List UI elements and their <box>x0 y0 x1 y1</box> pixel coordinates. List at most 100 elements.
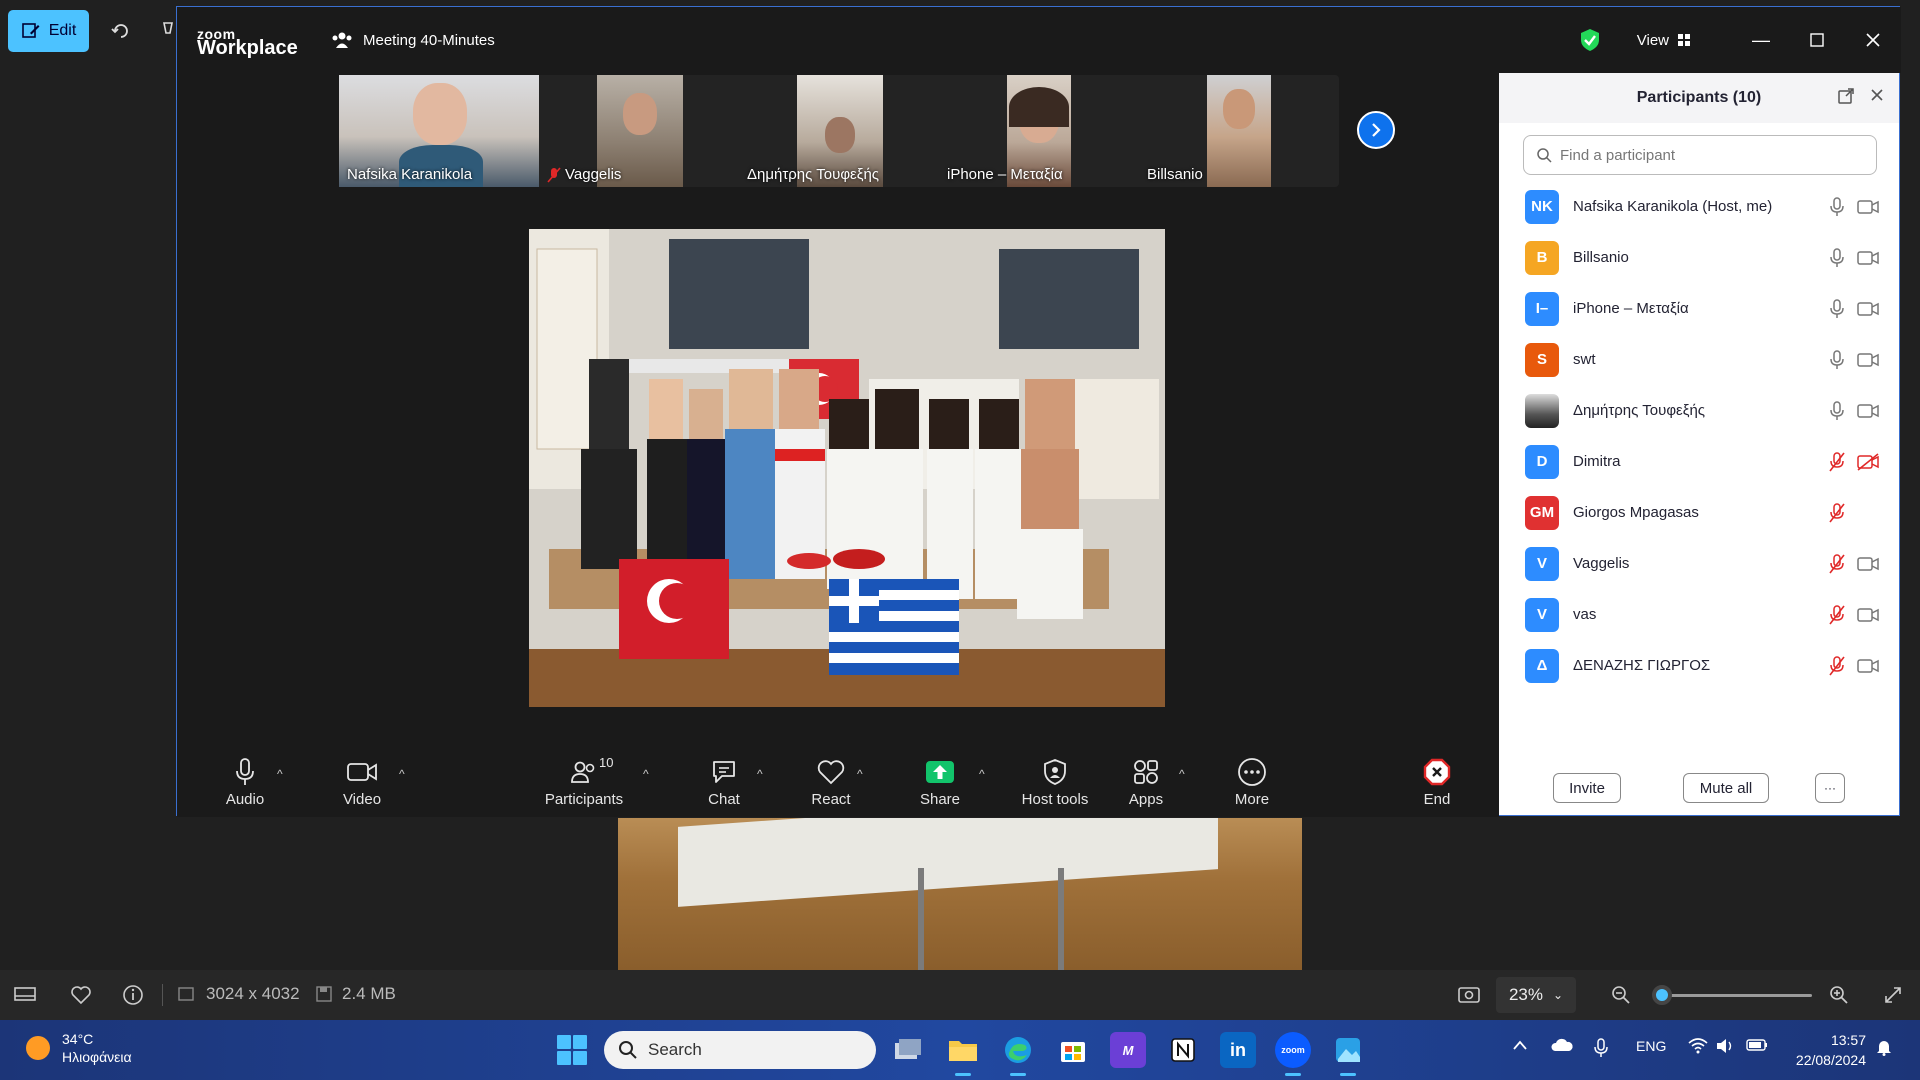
audio-options-caret[interactable]: ^ <box>277 767 283 781</box>
more-button[interactable]: More <box>1227 747 1277 817</box>
participant-row[interactable]: GM Giorgos Mpagasas <box>1499 487 1899 538</box>
apps-button[interactable]: Apps <box>1123 747 1169 817</box>
notion-app[interactable] <box>1165 1032 1201 1068</box>
find-participant-input[interactable]: Find a participant <box>1523 135 1877 175</box>
fullscreen-button[interactable] <box>1880 982 1906 1008</box>
more-options-button[interactable]: ··· <box>1815 773 1845 803</box>
participant-name: Vaggelis <box>1573 555 1630 572</box>
task-view-app[interactable] <box>890 1032 926 1068</box>
battery-tray[interactable] <box>1746 1038 1768 1055</box>
microphone-tray[interactable] <box>1594 1038 1608 1061</box>
volume-tray[interactable] <box>1716 1038 1736 1057</box>
video-tile[interactable]: Vaggelis <box>539 75 739 187</box>
network-tray[interactable] <box>1688 1038 1708 1057</box>
folder-icon <box>949 1041 977 1061</box>
filmstrip-button[interactable] <box>12 982 38 1008</box>
file-explorer-app[interactable] <box>945 1032 981 1076</box>
zoom-app-icon: zoom <box>1281 1045 1305 1055</box>
shield-icon <box>1044 758 1066 785</box>
host-tools-button[interactable]: Host tools <box>1015 747 1095 817</box>
video-tile[interactable]: Billsanio <box>1139 75 1339 187</box>
app-purple[interactable]: M <box>1110 1032 1146 1068</box>
meeting-info[interactable]: Meeting 40-Minutes <box>331 31 495 49</box>
zoom-slider-track[interactable] <box>1660 994 1812 997</box>
chat-button[interactable]: Chat <box>699 747 749 817</box>
show-hidden-icons[interactable] <box>1512 1038 1528 1054</box>
video-button[interactable]: Video <box>329 747 395 817</box>
participant-row[interactable]: NK Nafsika Karanikola (Host, me) <box>1499 181 1899 232</box>
disk-icon <box>316 986 332 1002</box>
audio-button[interactable]: Audio <box>215 747 275 817</box>
participants-button[interactable]: 10 Participants <box>541 747 627 817</box>
taskbar-search[interactable]: Search <box>604 1031 876 1069</box>
zoom-slider-thumb[interactable] <box>1652 985 1672 1005</box>
participant-row[interactable]: Sswt <box>1499 334 1899 385</box>
more-tools[interactable] <box>160 14 176 48</box>
apps-options-caret[interactable]: ^ <box>1179 767 1185 781</box>
video-tile-name: Vaggelis <box>547 166 621 183</box>
participant-row[interactable]: B Billsanio <box>1499 232 1899 283</box>
end-meeting-icon <box>1423 758 1451 785</box>
image-dimensions: 3024 x 4032 <box>178 984 300 1004</box>
zoom-app[interactable]: zoom <box>1275 1032 1311 1076</box>
fit-view-button[interactable] <box>1456 982 1482 1008</box>
end-button[interactable]: End <box>1415 747 1459 817</box>
microphone-icon <box>1830 401 1844 420</box>
react-button[interactable]: React <box>803 747 859 817</box>
next-page-button[interactable] <box>1357 111 1395 149</box>
mute-all-button[interactable]: Mute all <box>1683 773 1769 803</box>
participant-row[interactable]: V Vaggelis <box>1499 538 1899 589</box>
close-panel-icon[interactable] <box>1869 87 1885 103</box>
zoom-level-text: 23% <box>1508 985 1543 1004</box>
edit-icon <box>21 23 40 38</box>
chat-options-caret[interactable]: ^ <box>757 767 763 781</box>
edge-app[interactable] <box>1000 1032 1036 1076</box>
video-camera-icon <box>1857 557 1879 571</box>
participant-row[interactable]: Δ ΔΕΝΑΖΗΣ ΓΙΩΡΓΟΣ <box>1499 640 1899 691</box>
start-button[interactable] <box>557 1035 587 1065</box>
favorite-button[interactable] <box>68 982 94 1008</box>
close-button[interactable] <box>1845 23 1901 57</box>
pop-out-icon[interactable] <box>1837 87 1855 105</box>
dimensions-text: 3024 x 4032 <box>206 984 300 1003</box>
participant-row[interactable]: Vvas <box>1499 589 1899 640</box>
notifications-button[interactable] <box>1876 1038 1892 1059</box>
sun-icon <box>26 1036 50 1060</box>
status-divider <box>162 984 163 1006</box>
zoom-level-dropdown[interactable]: 23% ⌄ <box>1496 977 1576 1013</box>
info-button[interactable] <box>120 982 146 1008</box>
zoom-out-button[interactable] <box>1608 982 1634 1008</box>
participant-status-icons <box>1829 554 1879 574</box>
view-button[interactable]: View <box>1637 32 1691 49</box>
linkedin-app[interactable]: in <box>1220 1032 1256 1068</box>
microphone-icon <box>1594 1038 1608 1057</box>
maximize-button[interactable] <box>1789 23 1845 57</box>
participant-row[interactable]: D Dimitra <box>1499 436 1899 487</box>
zoom-in-button[interactable] <box>1826 982 1852 1008</box>
share-options-caret[interactable]: ^ <box>979 767 985 781</box>
invite-button[interactable]: Invite <box>1553 773 1621 803</box>
video-tile[interactable]: iPhone – Μεταξία <box>939 75 1139 187</box>
rotate-tool[interactable] <box>104 14 138 48</box>
language-indicator[interactable]: ENG <box>1636 1038 1666 1054</box>
onedrive-tray[interactable] <box>1550 1038 1574 1055</box>
weather-widget[interactable]: 34°C Ηλιοφάνεια <box>26 1030 132 1066</box>
share-button[interactable]: Share <box>915 747 965 817</box>
minimize-button[interactable]: — <box>1733 23 1789 57</box>
m-logo-icon: M <box>1122 1042 1134 1058</box>
apps-icon <box>1134 759 1158 784</box>
react-options-caret[interactable]: ^ <box>857 767 863 781</box>
video-tile[interactable]: Δημήτρης Τουφεξής <box>739 75 939 187</box>
participant-row[interactable]: Δημήτρης Τουφεξής <box>1499 385 1899 436</box>
edit-button[interactable]: Edit <box>8 10 89 52</box>
taskbar-clock[interactable]: 13:57 22/08/2024 <box>1784 1030 1866 1070</box>
task-view-icon <box>895 1039 921 1059</box>
photos-app[interactable] <box>1330 1032 1366 1076</box>
store-app[interactable] <box>1055 1032 1091 1068</box>
participants-options-caret[interactable]: ^ <box>643 767 649 781</box>
video-options-caret[interactable]: ^ <box>399 767 405 781</box>
video-tile[interactable]: Nafsika Karanikola <box>339 75 539 187</box>
video-label: Video <box>342 790 382 808</box>
encryption-shield-icon[interactable] <box>1579 28 1601 52</box>
participant-row[interactable]: I– iPhone – Μεταξία <box>1499 283 1899 334</box>
